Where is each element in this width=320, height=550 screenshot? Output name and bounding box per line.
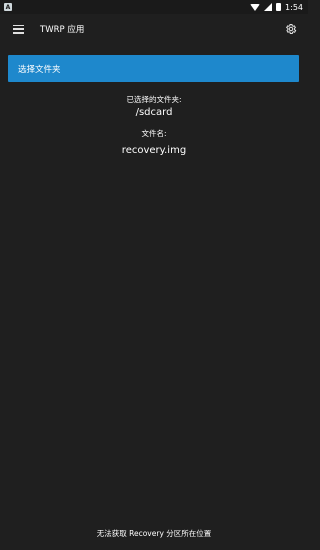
footer-status-text: 无法获取 Recovery 分区所在位置	[96, 529, 212, 538]
app-bar: TWRP 应用	[0, 14, 308, 44]
wifi-icon	[250, 3, 261, 11]
select-folder-button[interactable]: 选择文件夹	[8, 55, 299, 82]
selected-folder-block: 已选择的文件夹: /sdcard	[0, 94, 308, 118]
filename-value: recovery.img	[121, 145, 187, 156]
battery-icon	[276, 3, 282, 11]
status-bar-left: A	[0, 3, 12, 11]
status-bar-right: 1:54	[250, 3, 308, 12]
selected-folder-value: /sdcard	[135, 107, 173, 118]
status-bar: A 1:54	[0, 0, 308, 14]
app-title: TWRP 应用	[40, 25, 85, 35]
signal-icon	[264, 3, 273, 11]
selected-folder-label: 已选择的文件夹:	[126, 95, 182, 104]
menu-icon[interactable]	[13, 24, 24, 34]
select-folder-label: 选择文件夹	[18, 64, 61, 75]
filename-label: 文件名:	[141, 129, 167, 138]
gear-icon[interactable]	[285, 23, 297, 35]
a-icon: A	[4, 3, 12, 11]
filename-block: 文件名: recovery.img	[0, 128, 308, 156]
status-time: 1:54	[285, 2, 303, 12]
